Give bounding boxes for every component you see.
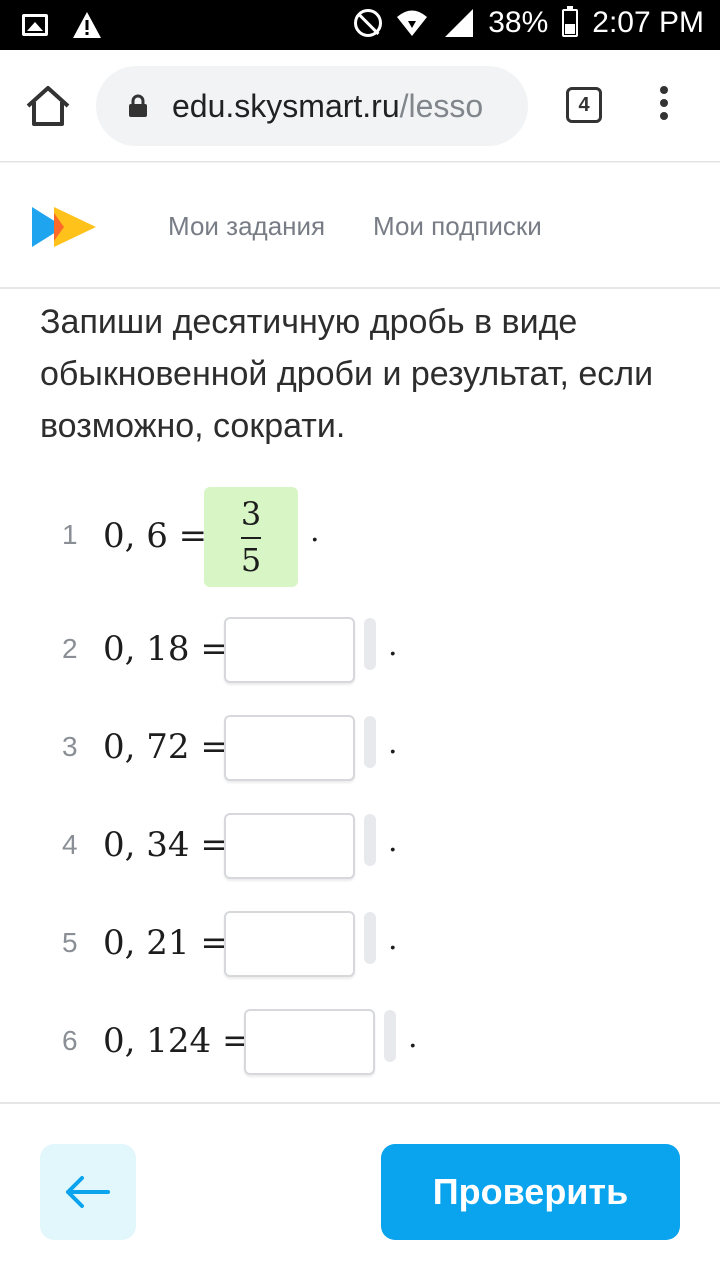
nav-my-subscriptions[interactable]: Мои подписки: [373, 211, 542, 242]
row-period: .: [408, 1020, 418, 1055]
row-expression: 0, 18 =: [103, 629, 229, 669]
nav-my-tasks[interactable]: Мои задания: [168, 211, 325, 242]
back-button[interactable]: [40, 1144, 136, 1240]
row-number: 5: [62, 927, 78, 958]
exercise-row-6: 6 0, 124 = .: [0, 1008, 720, 1078]
row-expression: 0, 21 =: [103, 923, 229, 963]
fraction-bar: [241, 537, 261, 539]
row-number: 3: [62, 731, 78, 762]
answer-input[interactable]: [244, 1009, 375, 1075]
url-text: edu.skysmart.ru/lesso: [172, 88, 512, 125]
resize-handle[interactable]: [364, 912, 376, 964]
home-icon[interactable]: [24, 84, 72, 128]
fraction-denominator: 5: [240, 541, 262, 579]
signal-icon: [445, 9, 474, 37]
answer-fraction-filled[interactable]: 3 5: [204, 487, 298, 587]
resize-handle[interactable]: [364, 716, 376, 768]
row-period: .: [388, 922, 398, 957]
row-number: 1: [62, 519, 78, 550]
row-number: 6: [62, 1025, 78, 1056]
resize-handle[interactable]: [384, 1010, 396, 1062]
image-icon: [22, 14, 48, 36]
clock: 2:07 PM: [592, 6, 704, 39]
lock-icon: [129, 94, 147, 117]
do-not-disturb-icon: [354, 9, 383, 37]
fraction-numerator: 3: [240, 495, 262, 533]
answer-input[interactable]: [224, 911, 355, 977]
site-header: Мои задания Мои подписки: [0, 163, 720, 289]
more-menu-icon[interactable]: [656, 86, 672, 126]
answer-input[interactable]: [224, 813, 355, 879]
browser-toolbar: edu.skysmart.ru/lesso 4: [0, 50, 720, 162]
row-period: .: [388, 824, 398, 859]
exercise-row-5: 5 0, 21 = .: [0, 910, 720, 980]
check-button[interactable]: Проверить: [381, 1144, 680, 1240]
battery-percent: 38%: [488, 6, 549, 39]
exercise-row-2: 2 0, 18 = .: [0, 616, 720, 686]
row-period: .: [388, 726, 398, 761]
status-bar: 38% 2:07 PM: [0, 0, 720, 50]
row-expression: 0, 72 =: [103, 727, 229, 767]
row-expression: 0, 6 =: [103, 516, 208, 556]
task-instruction: Запиши десятичную дробь в виде обыкновен…: [40, 303, 654, 445]
url-domain: edu.skysmart.ru: [172, 88, 400, 124]
url-path: /lesso: [399, 88, 484, 124]
row-expression: 0, 34 =: [103, 825, 229, 865]
exercise-row-1: 1 0, 6 = .: [0, 500, 720, 570]
exercise-row-4: 4 0, 34 = .: [0, 812, 720, 882]
resize-handle[interactable]: [364, 814, 376, 866]
address-bar[interactable]: edu.skysmart.ru/lesso: [96, 66, 528, 146]
row-period: .: [388, 628, 398, 663]
resize-handle[interactable]: [364, 618, 376, 670]
answer-input[interactable]: [224, 617, 355, 683]
row-number: 2: [62, 633, 78, 664]
wifi-icon: [397, 10, 428, 36]
skysmart-logo[interactable]: [32, 203, 98, 249]
tab-switcher-button[interactable]: 4: [566, 87, 602, 123]
row-expression: 0, 124 =: [103, 1021, 251, 1061]
row-number: 4: [62, 829, 78, 860]
warning-icon: [73, 12, 101, 38]
battery-icon: [562, 6, 579, 37]
arrow-left-icon: [66, 1176, 110, 1208]
row-period: .: [310, 514, 320, 549]
footer-divider: [0, 1102, 720, 1104]
exercise-row-3: 3 0, 72 = .: [0, 714, 720, 784]
answer-input[interactable]: [224, 715, 355, 781]
